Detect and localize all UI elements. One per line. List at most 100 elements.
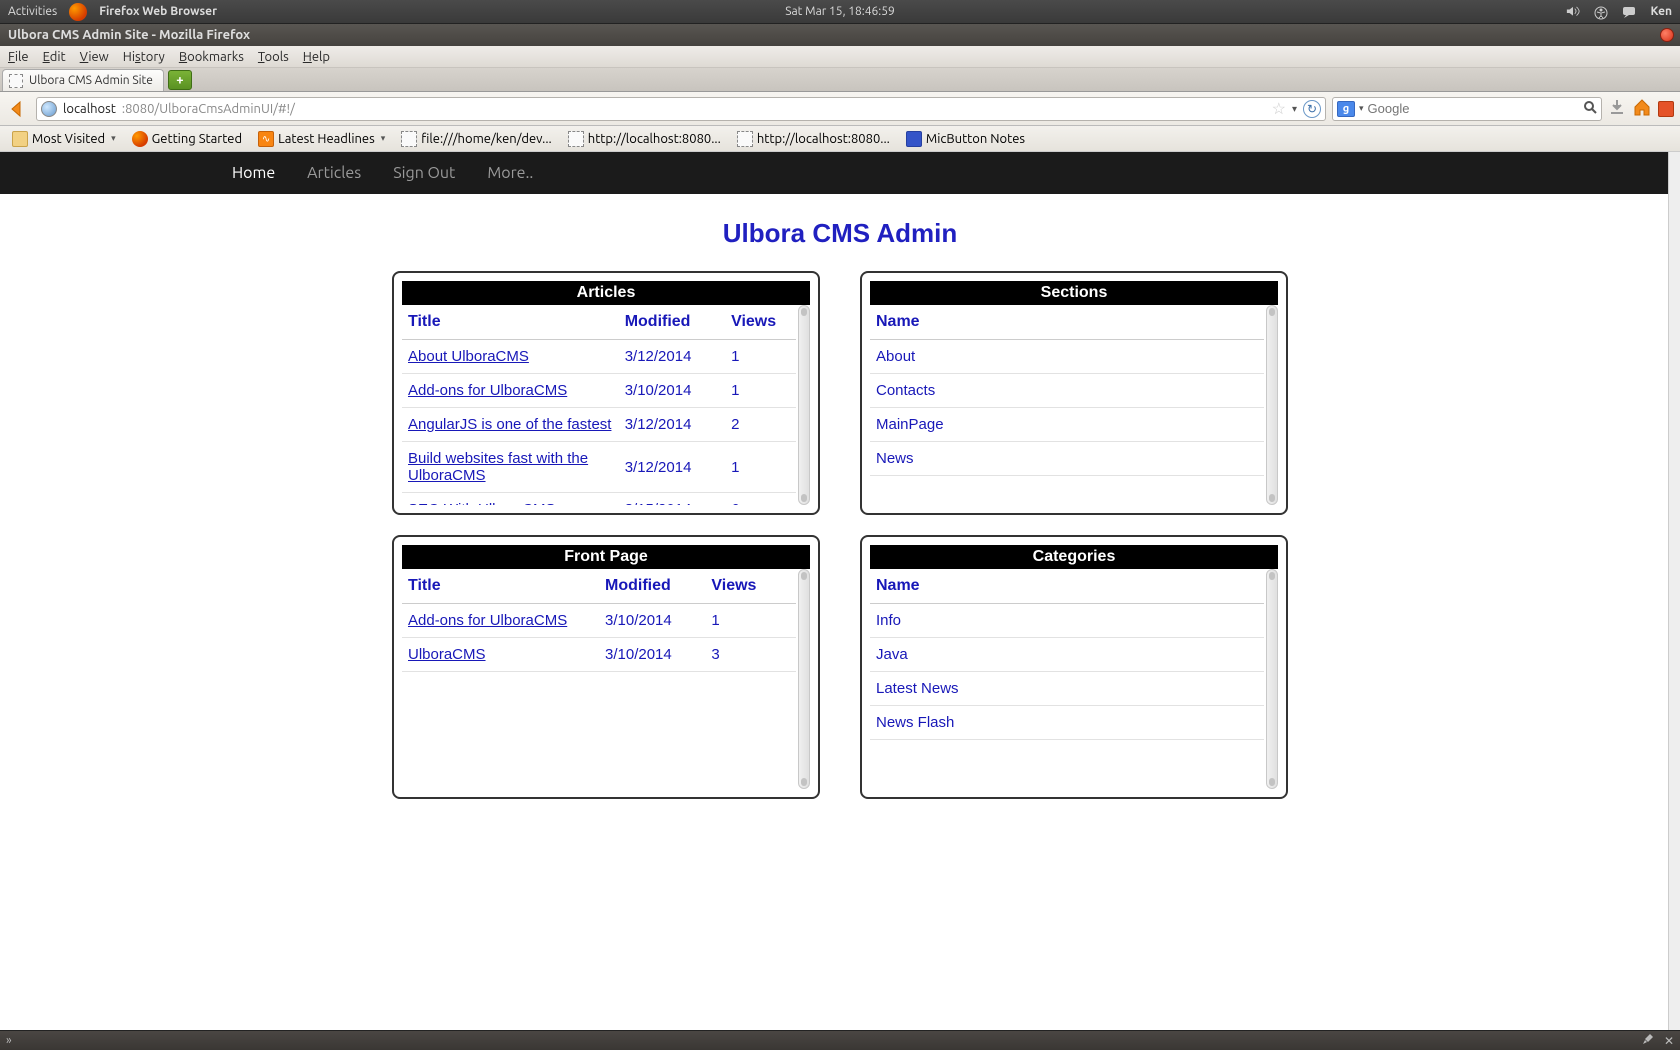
gnome-top-bar: Activities Firefox Web Browser Sat Mar 1… <box>0 0 1680 24</box>
page-title: Ulbora CMS Admin <box>0 218 1680 249</box>
cell-name[interactable]: News Flash <box>870 706 1264 740</box>
rss-icon: ∿ <box>258 131 274 147</box>
panel-scrollbar[interactable] <box>1266 305 1278 505</box>
search-submit-icon[interactable] <box>1583 100 1597 117</box>
table-row: Info <box>870 604 1264 638</box>
bookmark-most-visited[interactable]: Most Visited ▾ <box>6 129 122 149</box>
frontpage-table: Title Modified Views Add-ons for UlboraC… <box>402 569 796 672</box>
menu-file[interactable]: File <box>8 50 29 64</box>
table-row: Add-ons for UlboraCMS3/10/20141 <box>402 604 796 638</box>
cell-name[interactable]: Contacts <box>870 374 1264 408</box>
search-engine-dropdown-icon[interactable]: ▾ <box>1359 103 1364 114</box>
close-icon[interactable]: ✕ <box>1664 1034 1674 1048</box>
cell-name[interactable]: News <box>870 442 1264 476</box>
panel-scrollbar[interactable] <box>1266 569 1278 789</box>
table-row: News <box>870 442 1264 476</box>
cell-modified: 3/10/2014 <box>619 374 725 408</box>
cell-name[interactable]: About <box>870 340 1264 374</box>
sections-table: Name AboutContactsMainPageNews <box>870 305 1264 476</box>
cell-views: 1 <box>725 374 796 408</box>
article-link[interactable]: Add-ons for UlboraCMS <box>408 612 567 629</box>
panel-scrollbar[interactable] <box>798 569 810 789</box>
current-app-label[interactable]: Firefox Web Browser <box>99 5 217 18</box>
menu-view[interactable]: View <box>80 50 109 64</box>
menu-tools[interactable]: Tools <box>258 50 289 64</box>
cell-views: 1 <box>725 340 796 374</box>
chevron-down-icon: ▾ <box>111 133 116 144</box>
bookmark-star-icon[interactable]: ☆ <box>1272 99 1286 118</box>
firefox-menubar: File Edit View History Bookmarks Tools H… <box>0 46 1680 68</box>
col-title: Title <box>402 569 599 604</box>
url-dropdown-icon[interactable]: ▾ <box>1292 103 1297 115</box>
clock[interactable]: Sat Mar 15, 18:46:59 <box>785 5 895 18</box>
chat-icon[interactable] <box>1622 6 1636 18</box>
article-link[interactable]: About UlboraCMS <box>408 348 529 365</box>
tool-icon[interactable] <box>1642 1033 1654 1048</box>
search-bar[interactable]: g ▾ <box>1332 97 1602 121</box>
panel-articles: Articles Title Modified Views About Ulbo… <box>392 271 820 515</box>
url-bar[interactable]: localhost:8080/UlboraCmsAdminUI/#!/ ☆ ▾ … <box>36 97 1326 121</box>
table-row: About UlboraCMS3/12/20141 <box>402 340 796 374</box>
home-button[interactable] <box>1632 97 1652 120</box>
article-link[interactable]: AngularJS is one of the fastest <box>408 416 611 433</box>
cell-views: 3 <box>705 638 796 672</box>
cell-name[interactable]: Java <box>870 638 1264 672</box>
table-row: UlboraCMS3/10/20143 <box>402 638 796 672</box>
nav-home[interactable]: Home <box>218 154 289 192</box>
user-menu[interactable]: Ken <box>1650 5 1672 18</box>
article-link[interactable]: UlboraCMS <box>408 646 486 663</box>
addon-button[interactable] <box>1658 101 1674 117</box>
col-modified: Modified <box>599 569 705 604</box>
cell-views: 1 <box>725 442 796 493</box>
page-scrollbar[interactable] <box>1668 152 1680 1030</box>
bookmark-http-1[interactable]: http://localhost:8080... <box>562 129 727 149</box>
cell-title: About UlboraCMS <box>402 340 619 374</box>
window-close-button[interactable] <box>1660 28 1674 42</box>
cell-title: Add-ons for UlboraCMS <box>402 604 599 638</box>
cell-modified: 3/12/2014 <box>619 442 725 493</box>
reload-button[interactable]: ↻ <box>1303 100 1321 118</box>
article-link[interactable]: Add-ons for UlboraCMS <box>408 382 567 399</box>
table-row: Add-ons for UlboraCMS 3/10/20141 <box>402 374 796 408</box>
bookmark-label: Most Visited <box>32 132 105 146</box>
nav-articles[interactable]: Articles <box>293 154 375 192</box>
downloads-icon[interactable] <box>1608 98 1626 120</box>
menu-edit[interactable]: Edit <box>43 50 66 64</box>
new-tab-button[interactable]: + <box>168 70 192 90</box>
cell-views: 1 <box>705 604 796 638</box>
back-button[interactable] <box>6 97 30 121</box>
bookmark-latest-headlines[interactable]: ∿ Latest Headlines ▾ <box>252 129 391 149</box>
nav-signout[interactable]: Sign Out <box>379 154 469 192</box>
menu-bookmarks[interactable]: Bookmarks <box>179 50 244 64</box>
col-name: Name <box>870 305 1264 340</box>
article-link[interactable]: SEO With UlboraCMS <box>408 501 556 505</box>
navigation-toolbar: localhost:8080/UlboraCmsAdminUI/#!/ ☆ ▾ … <box>0 92 1680 126</box>
window-titlebar: Ulbora CMS Admin Site - Mozilla Firefox <box>0 24 1680 46</box>
bookmark-getting-started[interactable]: Getting Started <box>126 129 248 149</box>
note-icon <box>906 131 922 147</box>
volume-icon[interactable] <box>1566 6 1580 18</box>
accessibility-icon[interactable] <box>1594 6 1608 18</box>
search-input[interactable] <box>1368 101 1579 116</box>
cell-name[interactable]: MainPage <box>870 408 1264 442</box>
addon-bar-toggle[interactable]: » <box>6 1034 12 1047</box>
bookmark-http-2[interactable]: http://localhost:8080... <box>731 129 896 149</box>
cell-modified: 3/12/2014 <box>619 408 725 442</box>
cell-name[interactable]: Info <box>870 604 1264 638</box>
cell-title: AngularJS is one of the fastest <box>402 408 619 442</box>
browser-tab[interactable]: Ulbora CMS Admin Site <box>2 69 164 91</box>
panel-title: Articles <box>402 281 810 305</box>
activities-button[interactable]: Activities <box>8 5 57 18</box>
panel-sections: Sections Name AboutContactsMainPageNews <box>860 271 1288 515</box>
bookmark-micbutton[interactable]: MicButton Notes <box>900 129 1031 149</box>
page-icon <box>568 131 584 147</box>
google-search-engine-icon[interactable]: g <box>1337 101 1355 117</box>
menu-history[interactable]: History <box>123 50 165 64</box>
cell-name[interactable]: Latest News <box>870 672 1264 706</box>
articles-table: Title Modified Views About UlboraCMS3/12… <box>402 305 796 505</box>
menu-help[interactable]: Help <box>303 50 330 64</box>
article-link[interactable]: Build websites fast with the UlboraCMS <box>408 450 588 484</box>
bookmark-file-link[interactable]: file:///home/ken/dev... <box>395 129 558 149</box>
panel-scrollbar[interactable] <box>798 305 810 505</box>
nav-more[interactable]: More.. <box>473 154 547 192</box>
